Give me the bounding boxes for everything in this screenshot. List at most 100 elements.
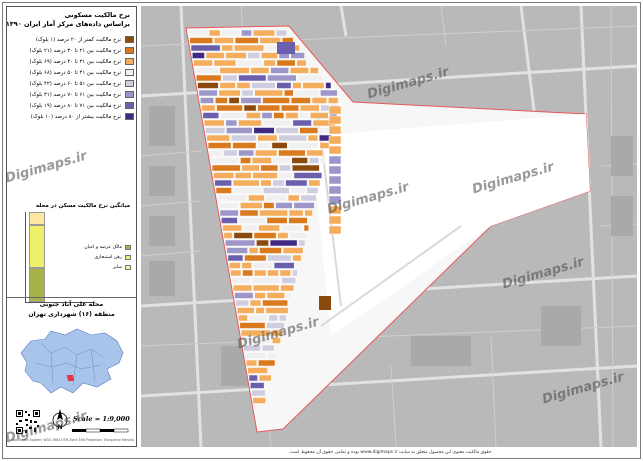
city-block xyxy=(328,105,342,115)
city-block xyxy=(213,172,234,179)
city-block xyxy=(260,179,272,187)
city-block xyxy=(246,359,258,367)
city-block xyxy=(208,29,221,37)
city-block xyxy=(226,127,253,134)
neighborhood-name: محله علی آباد جنوبی xyxy=(39,301,104,308)
city-block xyxy=(255,307,265,314)
city-block xyxy=(292,269,298,277)
city-block xyxy=(207,142,232,149)
city-block xyxy=(276,59,296,67)
city-block xyxy=(298,239,306,247)
city-block xyxy=(222,224,242,232)
legend-swatch xyxy=(125,36,134,43)
city-block xyxy=(272,157,291,164)
city-block xyxy=(292,254,302,262)
city-block xyxy=(328,215,342,225)
city-block xyxy=(251,277,281,284)
city-block xyxy=(193,59,213,67)
city-block xyxy=(257,142,271,149)
legend-row: نرخ مالکیت بیشتر از ۸۰ درصد (۱۰ بلوک) xyxy=(11,111,134,122)
legend-label: نرخ مالکیت کمتر از ۲۰ درصد (۱ بلوک) xyxy=(35,36,121,43)
city-block xyxy=(227,254,244,262)
city-block xyxy=(196,74,222,82)
city-block xyxy=(257,134,278,142)
city-block xyxy=(328,175,342,185)
city-block xyxy=(241,164,260,172)
city-block xyxy=(280,284,295,292)
city-block xyxy=(293,172,323,179)
city-block xyxy=(273,262,295,269)
city-block xyxy=(272,179,285,187)
city-block xyxy=(328,225,342,235)
city-block xyxy=(232,179,260,187)
legend-label: نرخ مالکیت بیشتر از ۸۰ درصد (۱۰ بلوک) xyxy=(30,113,121,120)
district-name: منطقه (۱۶) شهرداری تهران xyxy=(28,311,115,318)
city-block xyxy=(213,59,237,67)
city-block xyxy=(215,187,232,194)
city-block xyxy=(287,194,300,202)
city-block xyxy=(275,29,288,37)
city-block xyxy=(280,224,303,232)
city-block xyxy=(299,127,319,134)
city-block xyxy=(251,82,276,89)
city-block xyxy=(270,67,290,74)
city-block xyxy=(250,67,270,74)
chart-legend-entry: رهن استیجاری xyxy=(51,255,131,260)
city-block xyxy=(261,52,278,59)
city-block xyxy=(232,142,257,149)
legend-title: نرخ مالکیت مسکونی xyxy=(64,11,130,19)
city-block xyxy=(243,104,257,112)
city-block xyxy=(252,157,272,164)
city-block xyxy=(248,194,265,202)
legend-row: نرخ مالکیت بین ۴۱ تا ۵۰ درصد (۶۸ بلوک) xyxy=(11,67,134,78)
chart-legend-swatch xyxy=(125,245,131,250)
city-block xyxy=(308,157,320,164)
city-block xyxy=(260,164,279,172)
legend-swatch xyxy=(125,47,134,54)
city-block xyxy=(257,104,281,112)
city-block xyxy=(226,247,248,254)
city-block xyxy=(269,239,298,247)
city-block xyxy=(238,119,262,127)
city-block xyxy=(308,179,321,187)
city-block xyxy=(230,134,257,142)
city-block xyxy=(241,29,252,37)
city-block xyxy=(231,277,251,284)
chart-legend-swatch xyxy=(125,265,131,270)
city-block xyxy=(253,127,275,134)
city-block xyxy=(300,194,317,202)
city-block xyxy=(281,104,299,112)
city-block xyxy=(303,224,309,232)
legend-row: نرخ مالکیت بین ۶۱ تا ۷۰ درصد (۳۱ بلوک) xyxy=(11,89,134,100)
city-block xyxy=(320,157,326,164)
city-block xyxy=(271,142,288,149)
city-block xyxy=(252,262,273,269)
legend-label: نرخ مالکیت بین ۲۱ تا ۳۰ درصد (۲۱ بلوک) xyxy=(29,47,121,54)
city-block xyxy=(240,157,252,164)
city-block xyxy=(238,74,267,82)
city-block xyxy=(215,97,228,104)
legend-subtitle: براساس داده‌های مرکز آمار ایران ۱۳۹۰ xyxy=(6,20,130,28)
city-block xyxy=(197,82,219,89)
city-block xyxy=(267,352,278,359)
city-block xyxy=(297,74,323,82)
chart-y-axis xyxy=(25,212,26,302)
city-block xyxy=(234,172,252,179)
city-block xyxy=(188,29,208,37)
city-block xyxy=(290,97,311,104)
tehran-inset-map xyxy=(11,323,132,403)
city-block xyxy=(309,112,329,119)
city-block xyxy=(241,262,252,269)
city-block xyxy=(201,104,216,112)
map-view[interactable]: Digimaps.ir Digimaps.ir Digimaps.ir Digi… xyxy=(141,6,637,447)
city-block xyxy=(219,82,236,89)
legend-label: نرخ مالکیت بین ۴۱ تا ۵۰ درصد (۶۸ بلوک) xyxy=(29,69,121,76)
city-block xyxy=(244,352,267,359)
city-block xyxy=(256,239,269,247)
city-block xyxy=(214,179,232,187)
city-block xyxy=(291,164,320,172)
city-block xyxy=(292,82,302,89)
city-block xyxy=(190,44,221,52)
legend-swatch xyxy=(125,91,134,98)
chart-bar-segment xyxy=(29,224,45,268)
